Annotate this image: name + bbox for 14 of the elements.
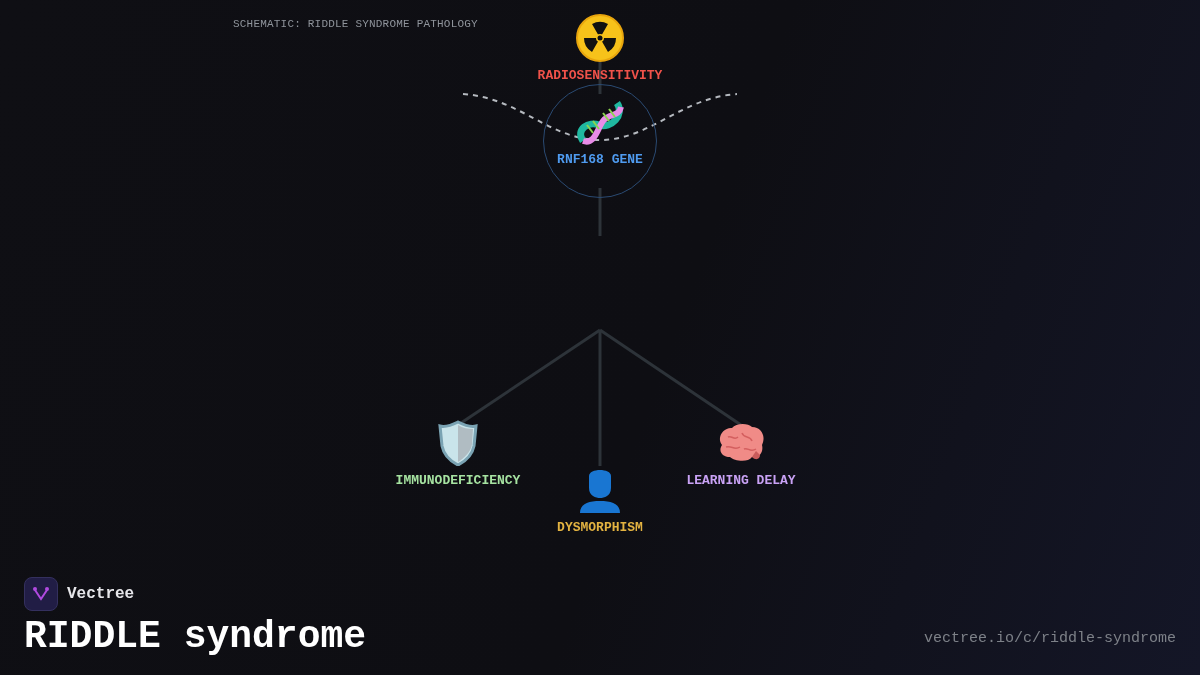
dna-helix-icon (575, 99, 625, 145)
page-url: vectree.io/c/riddle-syndrome (923, 630, 1176, 649)
node-label: RNF168 GENE (557, 152, 643, 167)
connector-line (598, 188, 602, 236)
node-label: DYSMORPHISM (557, 520, 643, 535)
logo-icon (24, 577, 58, 611)
shield-icon (438, 420, 478, 466)
brand-name: Vectree (67, 585, 135, 603)
node-label: RADIOSENSITIVITY (537, 68, 663, 83)
radiation-icon (575, 13, 625, 63)
diagram-caption: SCHEMATIC: RIDDLE SYNDROME PATHOLOGY (233, 18, 478, 30)
page-title: RIDDLE syndrome (24, 615, 367, 659)
node-label: LEARNING DELAY (686, 473, 796, 488)
node-label: IMMUNODEFICIENCY (395, 473, 521, 488)
